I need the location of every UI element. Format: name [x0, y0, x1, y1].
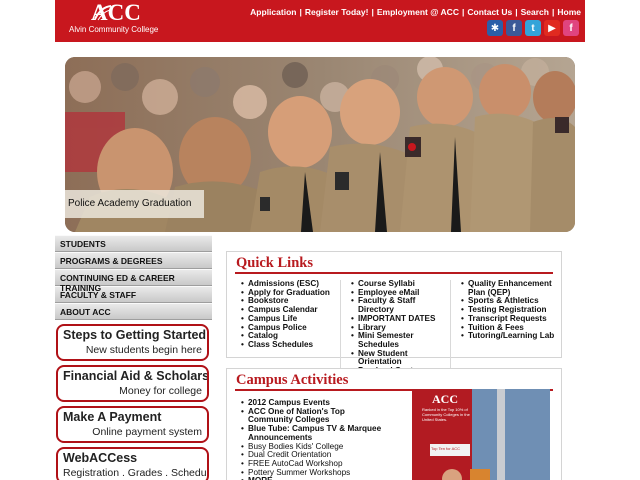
nav-separator: | [551, 7, 555, 17]
quick-links-columns: Admissions (ESC)Apply for GraduationBook… [227, 274, 561, 376]
nav-separator: | [299, 7, 302, 17]
top-nav: Application | Register Today! | Employment @… [250, 7, 581, 17]
acc-logo[interactable]: ACC Alvin Community College [69, 0, 159, 34]
quick-links-column: Admissions (ESC)Apply for GraduationBook… [231, 279, 341, 376]
nav-separator: | [461, 7, 465, 17]
quick-links-column: Quality Enhancement Plan (QEP)Sports & A… [451, 279, 561, 376]
quick-link[interactable]: Quality Enhancement Plan (QEP) [461, 279, 561, 297]
quick-link[interactable]: Mini Semester Schedules [351, 331, 450, 349]
promo-subtitle: Online payment system [92, 426, 202, 438]
promo-steps-to-getting-started[interactable]: Steps to Getting Started New students beg… [56, 324, 209, 361]
quick-link[interactable]: Faculty & Staff Directory [351, 296, 450, 314]
promo-webaccess[interactable]: WebACCess Registration . Grades . Schedul… [56, 447, 209, 480]
nav-link-application[interactable]: Application [250, 7, 296, 17]
promo-subtitle: Registration . Grades . Schedules [63, 467, 209, 479]
sidebar-item-programs-degrees[interactable]: PROGRAMS & DEGREES [55, 252, 212, 269]
acc-top10-flyer[interactable]: ACC Ranked in the Top 10% of Community C… [412, 389, 550, 480]
nav-link-register-today[interactable]: Register Today! [305, 7, 369, 17]
myspace-icon[interactable]: ✱ [487, 20, 503, 36]
promo-title: Financial Aid & Scholarships [63, 369, 209, 383]
promo-title: Make A Payment [63, 410, 162, 424]
campus-activities-list: 2012 Campus EventsACC One of Nation's To… [241, 398, 392, 480]
quick-link[interactable]: Tutoring/Learning Lab [461, 332, 561, 341]
site-header: ACC Alvin Community College Application |… [55, 0, 585, 42]
youtube-icon[interactable]: ▶ [544, 20, 560, 36]
promo-subtitle: Money for college [119, 385, 202, 397]
nav-link-search[interactable]: Search [521, 7, 549, 17]
promo-make-a-payment[interactable]: Make A Payment Online payment system [56, 406, 209, 443]
flyer-brand: ACC [432, 392, 458, 406]
campus-activities-panel: Campus Activities 2012 Campus EventsACC … [226, 368, 562, 480]
quick-link[interactable]: New Student Orientation [351, 349, 450, 367]
twitter-icon[interactable]: t [525, 20, 541, 36]
quick-link[interactable]: Class Schedules [241, 340, 340, 350]
quick-links-panel: Quick Links Admissions (ESC)Apply for Gr… [226, 251, 562, 376]
nav-separator: | [515, 7, 518, 17]
sidebar: STUDENTS PROGRAMS & DEGREES CONTINUING ED … [55, 235, 212, 480]
promo-financial-aid-scholarships[interactable]: Financial Aid & Scholarships Money for co… [56, 365, 209, 402]
nav-link-employment-acc[interactable]: Employment @ ACC [377, 7, 459, 17]
facebook-icon[interactable]: f [506, 20, 522, 36]
nav-link-home[interactable]: Home [557, 7, 581, 17]
social-icons: ✱ f t ▶ f [487, 20, 579, 36]
sidebar-item-about-acc[interactable]: ABOUT ACC [55, 303, 212, 320]
promo-title: Steps to Getting Started [63, 328, 207, 342]
flickr-icon[interactable]: f [563, 20, 579, 36]
logo-college-name: Alvin Community College [69, 25, 159, 34]
nav-separator: | [371, 7, 374, 17]
sidebar-item-students[interactable]: STUDENTS [55, 235, 212, 252]
sidebar-item-continuing-ed-career-training[interactable]: CONTINUING ED & CAREER TRAINING [55, 269, 212, 293]
hero-caption: Police Academy Graduation [65, 190, 204, 218]
nav-link-contact-us[interactable]: Contact Us [467, 7, 512, 17]
campus-activities-title: Campus Activities [236, 372, 349, 388]
promo-title: WebACCess [63, 451, 138, 465]
flyer-sign: Top Ten for ACC [431, 446, 461, 451]
promo-subtitle: New students begin here [85, 344, 202, 356]
activity-link[interactable]: ACC One of Nation's Top Community Colleg… [241, 407, 392, 425]
activity-link[interactable]: Blue Tube: Campus TV & Marquee Announcem… [241, 424, 392, 442]
logo-swoosh-icon [94, 5, 112, 21]
quick-links-title: Quick Links [236, 255, 313, 271]
logo-acc-text: ACC [91, 0, 141, 25]
quick-links-column: Course SyllabiEmployee eMailFaculty & St… [341, 279, 451, 376]
flyer-text: Ranked in the Top 10% of Community Colle… [422, 407, 470, 422]
